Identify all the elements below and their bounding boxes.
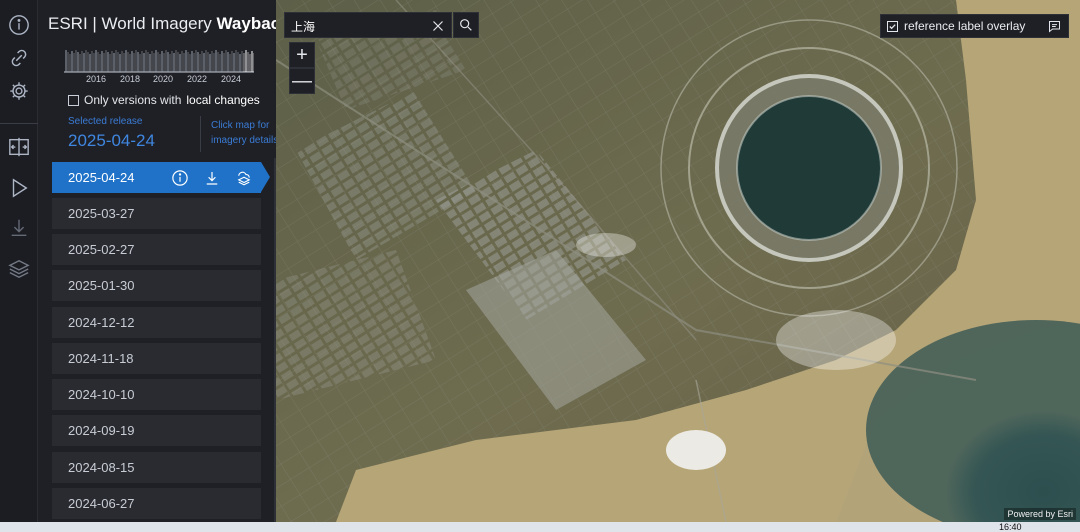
reference-label-text: reference label overlay bbox=[904, 19, 1026, 33]
timeline-year: 2016 bbox=[85, 74, 107, 84]
selected-divider bbox=[200, 116, 201, 152]
release-item[interactable]: 2024-09-19 bbox=[52, 415, 261, 446]
info-icon[interactable] bbox=[171, 169, 189, 187]
local-changes-label: Only versions with bbox=[84, 93, 182, 107]
app-title: ESRI | World Imagery Wayback bbox=[48, 14, 290, 34]
clear-search-icon[interactable] bbox=[429, 17, 447, 35]
gear-icon[interactable] bbox=[8, 80, 30, 102]
app-window: ESRI | World Imagery Wayback 2016 2018 2… bbox=[0, 0, 1080, 532]
release-item[interactable]: 2025-02-27 bbox=[52, 234, 261, 265]
zoom-out-button[interactable]: — bbox=[289, 68, 315, 94]
release-date: 2025-02-27 bbox=[68, 242, 135, 257]
swipe-icon[interactable] bbox=[8, 136, 30, 158]
location-search[interactable] bbox=[284, 12, 452, 38]
release-date: 2024-08-15 bbox=[68, 460, 135, 475]
timeline-years: 2016 2018 2020 2022 2024 bbox=[64, 74, 254, 86]
reference-label-toggle[interactable]: reference label overlay bbox=[880, 14, 1069, 38]
map-view[interactable] bbox=[276, 0, 1080, 522]
reference-label-checkbox[interactable] bbox=[887, 20, 898, 32]
selected-release-date: 2025-04-24 bbox=[68, 131, 155, 150]
timeline-year: 2018 bbox=[119, 74, 141, 84]
app-title-prefix: ESRI | World Imagery bbox=[48, 14, 212, 33]
rail-divider bbox=[0, 123, 38, 124]
release-date: 2025-04-24 bbox=[68, 170, 135, 185]
release-item[interactable]: 2025-01-30 bbox=[52, 270, 261, 301]
search-input[interactable] bbox=[291, 16, 426, 36]
satellite-imagery[interactable] bbox=[276, 0, 1080, 522]
check-icon bbox=[889, 23, 896, 29]
icon-rail bbox=[0, 0, 38, 532]
release-item-active[interactable]: 2025-04-24 bbox=[52, 162, 270, 193]
release-item[interactable]: 2024-11-18 bbox=[52, 343, 261, 374]
timeline-year: 2022 bbox=[186, 74, 208, 84]
release-item[interactable]: 2024-06-27 bbox=[52, 488, 261, 519]
release-date: 2024-11-18 bbox=[68, 351, 134, 366]
release-date: 2024-12-12 bbox=[68, 315, 135, 330]
local-changes-checkbox[interactable] bbox=[68, 94, 79, 106]
click-map-hint: Click map for imagery details bbox=[211, 120, 279, 146]
link-icon[interactable] bbox=[8, 47, 30, 69]
zoom-in-button[interactable]: + bbox=[289, 42, 315, 68]
esri-attribution[interactable]: Powered by Esri bbox=[1004, 508, 1076, 520]
taskbar-clock: 16:40 bbox=[999, 522, 1022, 532]
release-item[interactable]: 2024-12-12 bbox=[52, 307, 261, 338]
release-date: 2024-06-27 bbox=[68, 496, 135, 511]
local-changes-label-bold: local changes bbox=[186, 93, 260, 107]
release-item[interactable]: 2024-10-10 bbox=[52, 379, 261, 410]
layers-icon[interactable] bbox=[8, 258, 30, 280]
selected-release-label: Selected release bbox=[68, 116, 143, 127]
release-date: 2024-10-10 bbox=[68, 387, 135, 402]
active-pointer bbox=[261, 162, 270, 192]
search-button[interactable] bbox=[453, 12, 479, 38]
timeline-year: 2020 bbox=[152, 74, 174, 84]
layers-icon[interactable] bbox=[235, 169, 253, 187]
release-date: 2024-09-19 bbox=[68, 423, 135, 438]
search-icon bbox=[460, 19, 472, 31]
release-timeline[interactable] bbox=[64, 48, 254, 74]
local-changes-filter[interactable]: Only versions with local changes bbox=[68, 93, 260, 107]
release-date: 2025-03-27 bbox=[68, 206, 135, 221]
timeline-year: 2024 bbox=[220, 74, 242, 84]
info-icon[interactable] bbox=[8, 14, 30, 36]
release-date: 2025-01-30 bbox=[68, 278, 135, 293]
release-item[interactable]: 2025-03-27 bbox=[52, 198, 261, 229]
release-item[interactable]: 2024-08-15 bbox=[52, 452, 261, 483]
download-icon[interactable] bbox=[203, 169, 221, 187]
comment-icon[interactable] bbox=[1047, 19, 1062, 34]
release-list: 2025-04-24 2025-03-27 2025-02-27 2025-01… bbox=[52, 158, 276, 532]
os-taskbar: 16:40 bbox=[0, 522, 1080, 532]
side-panel: ESRI | World Imagery Wayback 2016 2018 2… bbox=[38, 0, 290, 532]
play-icon[interactable] bbox=[8, 177, 30, 199]
download-icon[interactable] bbox=[8, 217, 30, 239]
